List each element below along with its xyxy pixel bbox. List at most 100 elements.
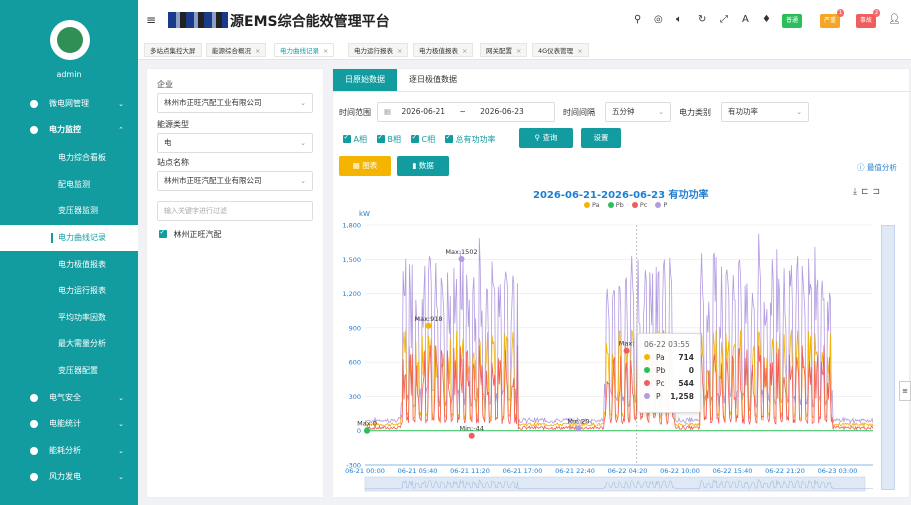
search-icon[interactable]: ⚲ xyxy=(634,14,641,25)
settings-button[interactable]: 设置 xyxy=(581,128,621,148)
vertical-zoom-slider[interactable] xyxy=(881,225,895,490)
tab-run-report[interactable]: 电力运行报表 × xyxy=(348,43,409,57)
phase-b-checkbox[interactable]: B相 xyxy=(377,133,401,145)
legend-p[interactable]: P xyxy=(649,201,667,209)
globe-icon xyxy=(30,126,38,134)
legend-pc[interactable]: Pc xyxy=(626,201,647,209)
submenu-power-factor[interactable]: 平均功率因数 xyxy=(0,305,138,331)
station-select[interactable]: 林州市正旺汽配工业有限公司 ⌄ xyxy=(157,171,313,191)
refresh-icon[interactable]: ↻ xyxy=(698,14,706,25)
type-select[interactable]: 有功功率 ⌄ xyxy=(721,102,809,122)
chevron-up-icon: ⌃ xyxy=(118,126,124,134)
chart-tooltip: 06-22 03:55 Pa 714 Pb 0 Pc 544 P 1,258 xyxy=(637,333,701,413)
submenu-run-report[interactable]: 电力运行报表 xyxy=(0,278,138,304)
chart-title: 2026-06-21-2026-06-23 有功功率 xyxy=(533,190,709,201)
tab-gateway[interactable]: 网关配置 × xyxy=(480,43,528,57)
checkbox-icon[interactable] xyxy=(159,228,167,238)
top-bar: ≡ 源EMS综合能效管理平台 ⚲ ◎ 🔈︎ ↻ ⤢ A ♦ 普通 严重 1 事故 2… xyxy=(138,0,911,40)
submenu-transformer-config[interactable]: 变压器配置 xyxy=(0,358,138,384)
analysis-icon xyxy=(30,447,38,455)
legend-pb[interactable]: Pb xyxy=(602,201,624,209)
fullscreen-icon[interactable]: ⤢ xyxy=(720,14,728,25)
user-icon[interactable]: 👤︎ xyxy=(888,14,901,25)
company-select[interactable]: 林州市正旺汽配工业有限公司 ⌄ xyxy=(157,93,313,113)
extreme-analysis-link[interactable]: ⓘ 最值分析 xyxy=(857,162,897,173)
chevron-down-icon: ⌄ xyxy=(300,99,306,107)
badge-severe[interactable]: 严重 1 xyxy=(820,9,845,28)
query-button[interactable]: ⚲ 查询 xyxy=(519,128,573,148)
reset-icon[interactable]: ⊐ xyxy=(873,187,885,197)
data-view-button[interactable]: ▮ 数据 xyxy=(397,156,449,176)
power-line-chart[interactable]: kW1,8001,5001,2009006003000-30006-21 00:… xyxy=(333,209,911,499)
annotation-label: Max:0 xyxy=(357,420,377,428)
chevron-down-icon: ⌄ xyxy=(300,139,306,147)
submenu-power-curve[interactable]: 电力曲线记录 xyxy=(0,225,138,251)
tab-extreme-report[interactable]: 电力极值报表 × xyxy=(413,43,474,57)
badge-normal[interactable]: 普通 xyxy=(782,14,803,28)
close-icon[interactable]: × xyxy=(323,47,328,55)
zoom-icon[interactable]: ⊏ xyxy=(861,187,873,197)
tree-item[interactable]: 林州正旺汽配 xyxy=(159,228,222,240)
tab-raw-data[interactable]: 日原始数据 xyxy=(333,69,397,91)
shirt-icon[interactable]: ♦ xyxy=(762,14,771,25)
speaker-icon[interactable]: 🔈︎ xyxy=(676,14,682,25)
checkbox-icon xyxy=(343,133,351,143)
x-tick-label: 06-21 11:20 xyxy=(450,467,490,475)
tab-4g-meter[interactable]: 4G仪表管理 × xyxy=(532,43,589,57)
slider-handle-icon[interactable]: ≡ xyxy=(899,381,911,401)
target-icon[interactable]: ◎ xyxy=(654,14,663,25)
annotation-label: Max: xyxy=(619,340,635,348)
submenu-extreme-report[interactable]: 电力极值报表 xyxy=(0,252,138,278)
chart-view-button[interactable]: ▦ 图表 xyxy=(339,156,391,176)
annotation-label: Min:-44 xyxy=(460,425,484,433)
menu-energy-analysis[interactable]: 能耗分析 ⌄ xyxy=(0,438,138,464)
download-icon[interactable]: ⤓ xyxy=(853,187,861,197)
total-power-checkbox[interactable]: 总有功功率 xyxy=(445,133,496,145)
username: admin xyxy=(56,70,82,79)
menu-electrical-safety[interactable]: 电气安全 ⌄ xyxy=(0,385,138,411)
tab-multi-station[interactable]: 多站点集控大屏 xyxy=(144,43,202,57)
company-label: 企业 xyxy=(157,80,173,89)
chevron-down-icon: ⌄ xyxy=(118,100,124,108)
tab-daily-extreme[interactable]: 逐日极值数据 xyxy=(397,69,469,91)
y-tick-label: 600 xyxy=(349,359,361,367)
filter-input[interactable]: 输入关键字进行过滤 xyxy=(157,201,313,221)
tab-power-curve[interactable]: 电力曲线记录 × xyxy=(274,43,335,57)
close-icon[interactable]: × xyxy=(462,47,467,55)
submenu-transformer[interactable]: 变压器监测 xyxy=(0,198,138,224)
user-avatar[interactable] xyxy=(50,20,90,60)
checkbox-icon xyxy=(377,133,385,143)
date-range-picker[interactable]: ▦ 2026-06-21 ~ 2026-06-23 xyxy=(377,102,555,122)
close-icon[interactable]: × xyxy=(397,47,402,55)
menu-microgrid[interactable]: 微电网管理 ⌄ xyxy=(0,91,138,117)
chevron-down-icon: ⌄ xyxy=(118,420,124,428)
close-icon[interactable]: × xyxy=(255,47,260,55)
interval-select[interactable]: 五分钟 ⌄ xyxy=(605,102,671,122)
annotation-label: Max:1502 xyxy=(445,248,477,256)
submenu-distribution[interactable]: 配电监测 xyxy=(0,172,138,198)
range-label: 时间范围 xyxy=(339,108,371,117)
menu-energy-stats[interactable]: 电能统计 ⌄ xyxy=(0,411,138,437)
x-tick-label: 06-21 00:00 xyxy=(345,467,385,475)
checkbox-icon xyxy=(445,133,453,143)
hamburger-icon[interactable]: ≡ xyxy=(146,13,156,27)
legend-pa[interactable]: Pa xyxy=(578,201,600,209)
safety-icon xyxy=(30,394,38,402)
x-tick-label: 06-22 10:00 xyxy=(660,467,700,475)
energy-select[interactable]: 电 ⌄ xyxy=(157,133,313,153)
menu-power-monitor[interactable]: 电力监控 ⌃ xyxy=(0,117,138,143)
close-icon[interactable]: × xyxy=(577,47,582,55)
tooltip-row-pc: Pc 544 xyxy=(644,377,694,390)
phase-a-checkbox[interactable]: A相 xyxy=(343,133,367,145)
submenu-power-dashboard[interactable]: 电力综合看板 xyxy=(0,145,138,171)
submenu-max-demand[interactable]: 最大需量分析 xyxy=(0,331,138,357)
chevron-down-icon: ⌄ xyxy=(118,394,124,402)
close-icon[interactable]: × xyxy=(516,47,521,55)
badge-accident[interactable]: 事故 2 xyxy=(856,9,881,28)
menu-wind-power[interactable]: 风力发电 ⌄ xyxy=(0,464,138,490)
phase-c-checkbox[interactable]: C相 xyxy=(411,133,435,145)
y-tick-label: 0 xyxy=(357,427,361,435)
annotation-label: Min:20 xyxy=(567,417,589,425)
font-size-icon[interactable]: A xyxy=(742,14,749,25)
tab-energy-overview[interactable]: 能源综合概况 × xyxy=(206,43,267,57)
